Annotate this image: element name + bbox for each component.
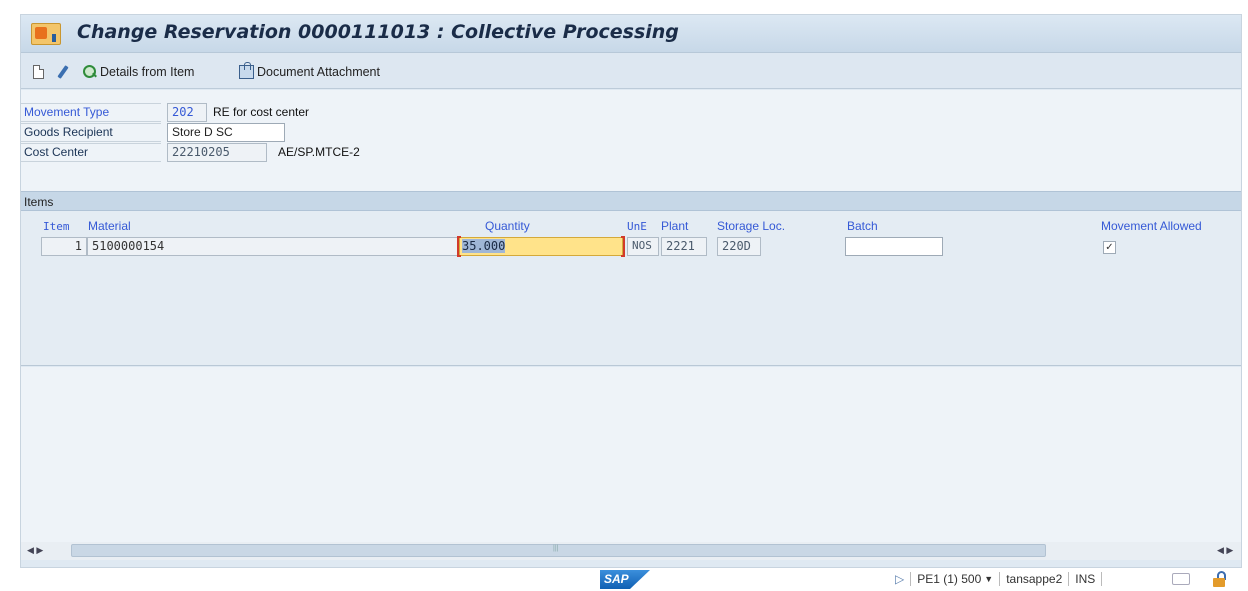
divider	[999, 572, 1001, 586]
user-name: tansappe2	[1006, 572, 1063, 586]
movement-type-text: RE for cost center	[213, 105, 310, 119]
divider	[910, 572, 912, 586]
system-client[interactable]: PE1 (1) 500	[917, 572, 981, 586]
storage-loc-cell[interactable]: 220D	[717, 237, 761, 256]
keyboard-icon[interactable]	[1172, 573, 1190, 585]
col-header-unit[interactable]: UnE	[627, 220, 647, 233]
col-header-material[interactable]: Material	[88, 219, 131, 233]
movement-allowed-checkbox[interactable]: ✓	[1103, 241, 1116, 254]
edit-button[interactable]	[57, 63, 69, 81]
col-header-quantity[interactable]: Quantity	[485, 219, 530, 233]
magnifier-icon	[83, 65, 97, 79]
batch-input[interactable]	[845, 237, 943, 256]
col-header-item[interactable]: Item	[43, 220, 70, 233]
play-icon[interactable]: ▷	[895, 572, 904, 586]
application-toolbar: Details from Item Document Attachment	[21, 53, 1241, 89]
sap-window: Change Reservation 0000111013 : Collecti…	[20, 14, 1242, 568]
status-bar: SAP ▷ PE1 (1) 500 ▼ tansappe2 INS	[0, 568, 1248, 591]
plant-cell[interactable]: 2221	[661, 237, 707, 256]
divider	[1068, 572, 1070, 586]
quantity-value: 35.000	[462, 239, 506, 253]
new-document-button[interactable]	[33, 63, 44, 81]
scroll-grip-icon: |||	[553, 545, 559, 552]
unit-cell: NOS	[627, 237, 659, 256]
lock-icon[interactable]	[1213, 571, 1227, 587]
system-dropdown-icon[interactable]: ▼	[984, 574, 993, 584]
divider	[1101, 572, 1103, 586]
scroll-left-arrows[interactable]: ◀ ▶	[27, 545, 43, 556]
col-header-movement-allowed[interactable]: Movement Allowed	[1101, 219, 1202, 233]
header-data-area: Movement Type 202 RE for cost center Goo…	[21, 90, 1241, 191]
items-table: Item Material Quantity UnE Plant Storage…	[21, 211, 1241, 366]
items-section-title: Items	[24, 195, 54, 209]
movement-type-label: Movement Type	[24, 105, 110, 119]
document-attachment-label: Document Attachment	[257, 65, 380, 79]
pencil-icon	[57, 65, 69, 79]
horizontal-scrollbar[interactable]: ◀ ▶ ||| ◀ ▶	[21, 542, 1241, 560]
field-focus-bracket-left	[457, 236, 461, 257]
quantity-input[interactable]: 35.000	[459, 237, 623, 256]
title-bar: Change Reservation 0000111013 : Collecti…	[21, 15, 1241, 53]
col-header-plant[interactable]: Plant	[661, 219, 688, 233]
new-document-icon	[33, 65, 44, 79]
details-from-item-button[interactable]: Details from Item	[83, 63, 194, 81]
movement-type-field[interactable]: 202	[167, 103, 207, 122]
attachment-icon	[239, 62, 254, 79]
empty-content-area	[21, 367, 1241, 542]
material-cell[interactable]: 5100000154	[87, 237, 459, 256]
col-header-storage-loc[interactable]: Storage Loc.	[717, 219, 785, 233]
page-title: Change Reservation 0000111013 : Collecti…	[77, 21, 679, 43]
scroll-right-arrows[interactable]: ◀ ▶	[1217, 545, 1233, 556]
goods-recipient-label: Goods Recipient	[24, 125, 113, 139]
cost-center-label: Cost Center	[24, 145, 89, 159]
items-section-header: Items	[21, 191, 1241, 211]
system-info: ▷ PE1 (1) 500 ▼ tansappe2 INS	[895, 572, 1103, 586]
cost-center-field[interactable]: 22210205	[167, 143, 267, 162]
document-attachment-button[interactable]: Document Attachment	[239, 62, 380, 81]
field-focus-bracket-right	[621, 236, 625, 257]
sap-logo: SAP	[600, 570, 650, 589]
scroll-track[interactable]	[71, 544, 1046, 557]
details-from-item-label: Details from Item	[100, 65, 195, 79]
insert-mode[interactable]: INS	[1075, 572, 1095, 586]
item-number-cell: 1	[41, 237, 87, 256]
cost-center-text: AE/SP.MTCE-2	[278, 145, 360, 159]
col-header-batch[interactable]: Batch	[847, 219, 878, 233]
goods-recipient-field[interactable]: Store D SC	[167, 123, 285, 142]
sap-menu-icon[interactable]	[31, 23, 61, 45]
